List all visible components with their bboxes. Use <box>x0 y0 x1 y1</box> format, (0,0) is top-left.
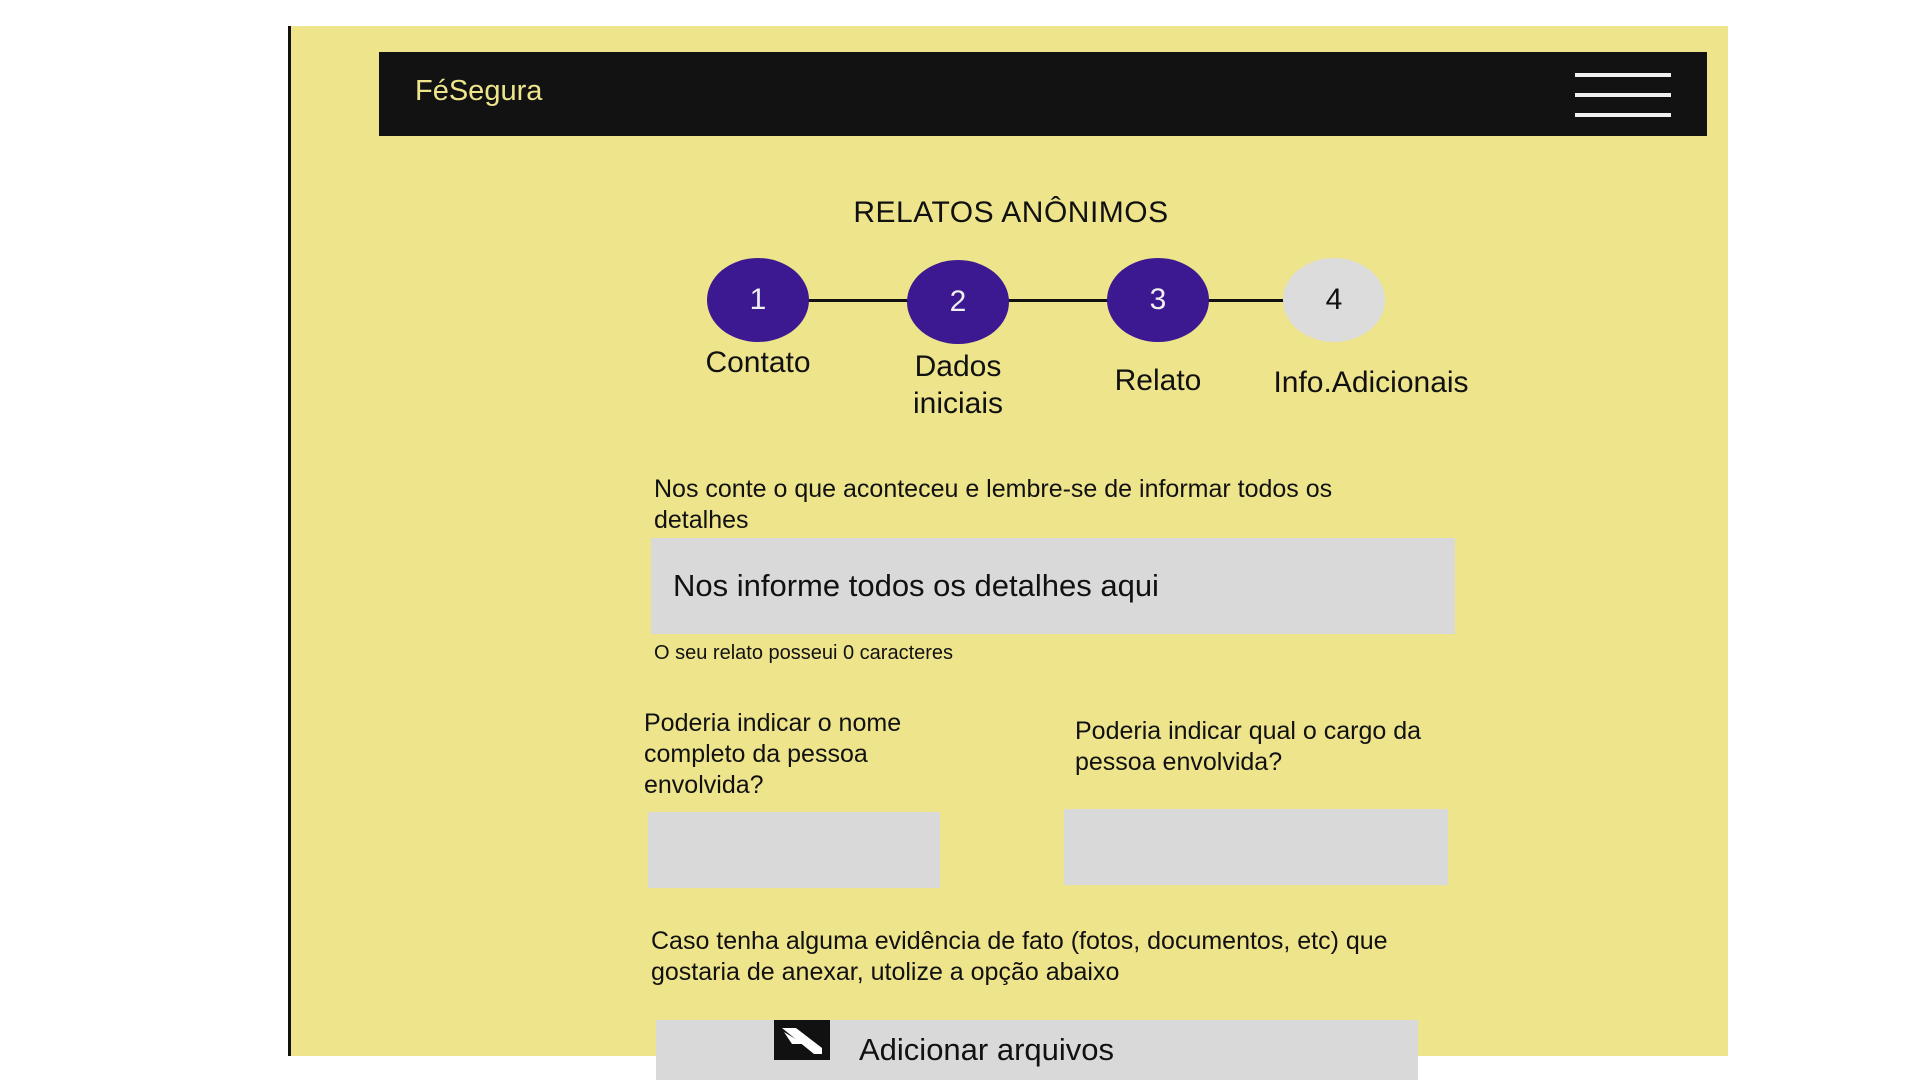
add-files-label: Adicionar arquivos <box>859 1032 1115 1067</box>
step-3-number: 3 <box>1149 283 1167 316</box>
step-2-circle[interactable]: 2 <box>907 260 1009 344</box>
step-4-number: 4 <box>1325 283 1343 316</box>
menu-bar <box>1575 113 1671 117</box>
step-2-label-line2: iniciais <box>912 387 1004 420</box>
step-1-number: 1 <box>749 283 767 316</box>
step-2-label-line1: Dados <box>914 350 1002 383</box>
step-4-circle[interactable]: 4 <box>1283 258 1385 342</box>
menu-bar <box>1575 73 1671 77</box>
story-prompt: Nos conte o que aconteceu e lembre-se de… <box>654 475 1333 534</box>
char-count-text: O seu relato posseui 0 caracteres <box>654 642 954 664</box>
step-1-circle[interactable]: 1 <box>707 258 809 342</box>
step-4-label-text: Info.Adicionais <box>1273 366 1469 399</box>
step-3-label-text: Relato <box>1114 364 1202 397</box>
step-3-label: Relato <box>1083 362 1233 399</box>
stepper-connector <box>803 299 913 302</box>
stepper-connector <box>1003 299 1113 302</box>
evidence-prompt: Caso tenha alguma evidência de fato (fot… <box>651 927 1388 986</box>
role-prompt: Poderia indicar qual o cargo da pessoa e… <box>1075 717 1422 776</box>
step-2-label: Dados iniciais <box>883 348 1033 422</box>
step-3-circle[interactable]: 3 <box>1107 258 1209 342</box>
menu-bar <box>1575 93 1671 97</box>
step-2-number: 2 <box>949 285 967 318</box>
add-files-button[interactable]: Adicionar arquivos <box>656 1020 1418 1080</box>
story-input[interactable] <box>651 538 1455 634</box>
step-1-label-text: Contato <box>705 346 811 379</box>
stepper-connector <box>1203 299 1289 302</box>
top-navbar: FéSegura <box>379 52 1707 136</box>
person-name-input[interactable] <box>648 812 940 888</box>
page-title: RELATOS ANÔNIMOS <box>853 196 1169 229</box>
brand-logo[interactable]: FéSegura <box>415 75 542 108</box>
person-role-input[interactable] <box>1064 809 1448 885</box>
app-frame: FéSegura RELATOS ANÔNIMOS 1 2 3 4 Contat… <box>288 26 1728 1080</box>
name-prompt: Poderia indicar o nome completo da pesso… <box>644 709 902 799</box>
step-1-label: Contato <box>683 344 833 381</box>
step-4-label: Info.Adicionais <box>1241 364 1501 401</box>
hamburger-menu-icon[interactable] <box>1575 73 1671 119</box>
image-icon <box>774 1020 830 1060</box>
